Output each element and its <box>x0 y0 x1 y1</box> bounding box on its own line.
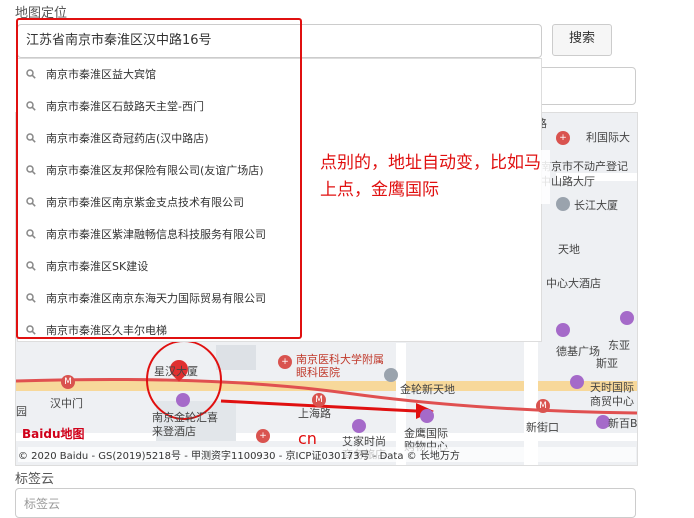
hotel-icon <box>176 393 190 407</box>
metro-icon: M <box>536 399 550 413</box>
poi-dongya: 东亚 <box>608 339 630 352</box>
poi-icon <box>556 323 570 337</box>
poi-icon <box>570 375 584 389</box>
poi-icon <box>620 311 634 325</box>
poi-icon: + <box>556 131 570 145</box>
annotation-box <box>16 18 302 339</box>
poi-jinlun: 金轮新天地 <box>400 383 455 396</box>
poi-shanggang: 德基广场 <box>556 345 600 358</box>
poi-yuan: 园 <box>16 405 27 418</box>
poi-tianhua: 天地 <box>558 243 580 256</box>
tags-label: 标签云 <box>15 472 55 487</box>
poi-hospital: 南京医科大学附属眼科医院 <box>296 353 384 379</box>
poi-shanghai: 上海路 <box>298 407 331 420</box>
poi-tiantian: 天时国际商贸中心 <box>590 381 634 408</box>
poi-center: 中心大酒店 <box>546 277 601 290</box>
poi-xinjiekou: 新街口 <box>526 421 559 434</box>
map-attribution: © 2020 Baidu - GS(2019)5218号 - 甲测资字11009… <box>18 447 636 462</box>
hospital-icon: + <box>278 355 292 369</box>
poi-lili: 利国际大 <box>586 131 630 144</box>
poi-changjiang: 长江大厦 <box>574 199 618 212</box>
poi-star: 星汉大厦 <box>154 365 198 378</box>
metro-icon: M <box>61 375 75 389</box>
baidu-logo: Baidu地图 <box>22 427 85 441</box>
poi-jinlinghui: 南京金轮汇喜来登酒店 <box>152 411 218 438</box>
poi-xinbaibai: 新百B座 <box>608 417 638 430</box>
poi-icon <box>384 368 398 382</box>
poi-hanzhongmen: 汉中门 <box>50 397 83 410</box>
annotation-note: 点别的，地址自动变，比如马上点，金鹰国际 <box>320 150 550 204</box>
hospital-icon: + <box>256 429 270 443</box>
shop-icon <box>420 409 434 423</box>
poi-nanjingbudongchan: 南京市不动产登记中山路大厅 <box>540 160 628 188</box>
tags-input[interactable]: 标签云 <box>15 488 636 518</box>
marker-text: cn <box>298 429 317 448</box>
poi-sheng: 斯亚 <box>596 357 618 370</box>
search-button[interactable]: 搜索 <box>552 24 612 56</box>
hotel-icon <box>352 419 366 433</box>
